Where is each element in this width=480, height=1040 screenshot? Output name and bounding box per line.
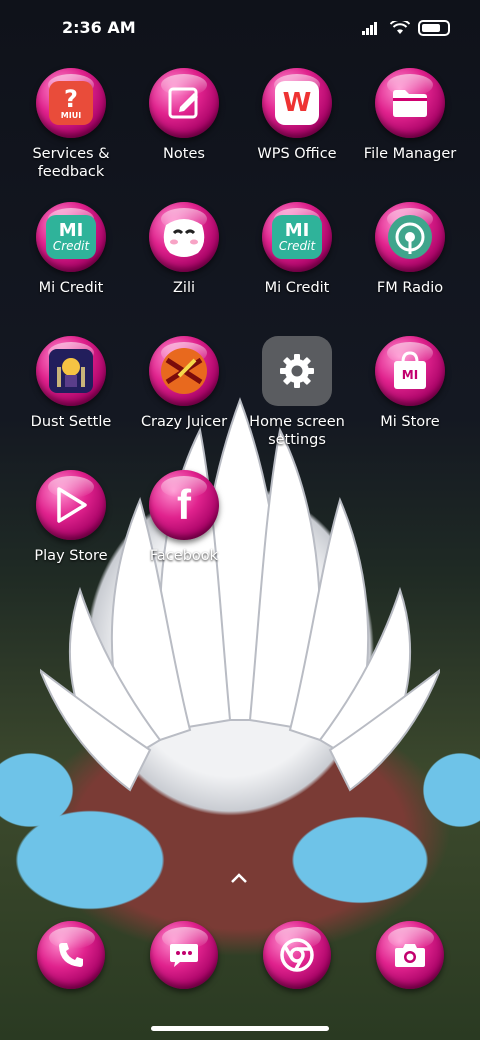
app-mi-credit-2[interactable]: MI Credit Mi Credit <box>241 202 353 297</box>
app-file-manager[interactable]: File Manager <box>354 68 466 163</box>
app-label: File Manager <box>363 146 457 162</box>
app-mi-store[interactable]: MI Mi Store <box>354 336 466 431</box>
app-label: Dust Settle <box>30 414 112 430</box>
dock-phone[interactable] <box>15 921 127 989</box>
home-screen: 2:36 AM ? MIUI Services & feedback Notes… <box>0 0 480 1040</box>
zili-icon <box>149 202 219 272</box>
clock: 2:36 AM <box>62 18 136 37</box>
app-label: Mi Credit <box>264 280 330 296</box>
play-store-icon <box>36 470 106 540</box>
radio-icon <box>375 202 445 272</box>
chrome-icon <box>263 921 331 989</box>
status-bar: 2:36 AM <box>0 0 480 56</box>
app-wps-office[interactable]: W WPS Office <box>241 68 353 163</box>
app-home-screen-settings[interactable]: Home screen settings <box>241 336 353 449</box>
chevron-up-icon[interactable] <box>230 868 248 889</box>
app-label: Play Store <box>34 548 108 564</box>
signal-icon <box>362 21 382 35</box>
mi-credit-icon: MI Credit <box>36 202 106 272</box>
notes-icon <box>149 68 219 138</box>
wps-office-icon: W <box>262 68 332 138</box>
dock-messages[interactable] <box>128 921 240 989</box>
wifi-icon <box>390 21 410 34</box>
app-play-store[interactable]: Play Store <box>15 470 127 565</box>
crazy-juicer-icon <box>149 336 219 406</box>
app-label: Zili <box>172 280 196 296</box>
mi-store-icon: MI <box>375 336 445 406</box>
app-label: Notes <box>163 146 205 162</box>
app-crazy-juicer[interactable]: Crazy Juicer <box>128 336 240 431</box>
battery-icon <box>418 20 450 36</box>
app-services-feedback[interactable]: ? MIUI Services & feedback <box>15 68 127 181</box>
app-dust-settle[interactable]: Dust Settle <box>15 336 127 431</box>
app-label: Mi Credit <box>38 280 104 296</box>
app-label: FM Radio <box>376 280 444 296</box>
dock-browser[interactable] <box>241 921 353 989</box>
dock-camera[interactable] <box>354 921 466 989</box>
app-label: Mi Store <box>380 414 440 430</box>
messages-icon <box>150 921 218 989</box>
app-mi-credit[interactable]: MI Credit Mi Credit <box>15 202 127 297</box>
mi-credit-icon: MI Credit <box>262 202 332 272</box>
app-zili[interactable]: Zili <box>128 202 240 297</box>
folder-icon <box>375 68 445 138</box>
home-gesture-bar[interactable] <box>151 1026 329 1031</box>
app-label: Home screen settings <box>249 414 345 448</box>
app-fm-radio[interactable]: FM Radio <box>354 202 466 297</box>
app-notes[interactable]: Notes <box>128 68 240 163</box>
services-feedback-icon: ? MIUI <box>36 68 106 138</box>
app-label: Services & feedback <box>32 146 110 180</box>
app-facebook[interactable]: f Facebook <box>128 470 240 565</box>
dust-settle-icon <box>36 336 106 406</box>
app-label: Crazy Juicer <box>140 414 228 430</box>
app-label: Facebook <box>149 548 219 564</box>
facebook-icon: f <box>149 470 219 540</box>
gear-icon <box>262 336 332 406</box>
phone-icon <box>37 921 105 989</box>
wallpaper-lotus-temple <box>40 397 440 792</box>
camera-icon <box>376 921 444 989</box>
app-label: WPS Office <box>257 146 337 162</box>
